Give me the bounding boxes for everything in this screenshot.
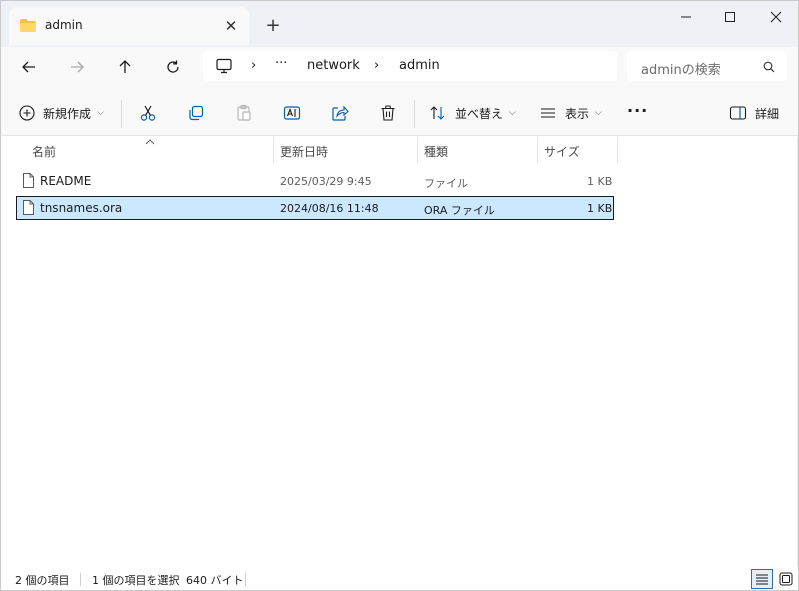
chevron-down-icon: ⌵ [509, 108, 516, 118]
column-divider[interactable] [617, 137, 618, 163]
view-button[interactable]: 表示 ⌵ [539, 102, 602, 124]
address-bar[interactable]: › ··· network › admin [203, 51, 617, 81]
delete-button[interactable] [379, 102, 397, 124]
search-placeholder[interactable]: adminの検索 [641, 59, 721, 78]
file-type: ORA ファイル [424, 204, 495, 217]
scissors-icon [139, 104, 157, 122]
sort-ascending-icon [145, 134, 155, 148]
file-name: tnsnames.ora [40, 201, 123, 215]
title-bar: admin ✕ + [1, 1, 798, 47]
search-box[interactable]: adminの検索 [627, 51, 787, 81]
minimize-button[interactable] [671, 7, 701, 27]
breadcrumb-separator: › [251, 58, 257, 73]
command-bar: 新規作成 ⌵ 並べ替え ⌵ 表示 ⌵ ··· 詳細 [1, 88, 798, 136]
tab-admin[interactable]: admin ✕ [9, 7, 249, 45]
tiles-view-button[interactable] [775, 569, 797, 589]
copy-icon [187, 104, 205, 122]
details-pane-icon [729, 105, 747, 121]
scrollbar-track[interactable] [797, 137, 798, 567]
file-row-tnsnames[interactable]: tnsnames.ora 2024/08/16 11:48 ORA ファイル 1… [16, 196, 614, 220]
new-button[interactable]: 新規作成 ⌵ [19, 102, 104, 124]
chevron-down-icon: ⌵ [595, 108, 602, 118]
column-divider[interactable] [417, 137, 418, 163]
divider [245, 573, 246, 586]
divider [80, 573, 81, 586]
folder-icon [19, 18, 37, 36]
close-window-button[interactable] [761, 7, 791, 27]
selection-count: 1 個の項目を選択 [92, 574, 180, 587]
column-header-name[interactable]: 名前 [32, 137, 56, 163]
sort-button-label: 並べ替え [455, 106, 504, 121]
breadcrumb-more-button[interactable]: ··· [275, 56, 287, 71]
this-pc-icon[interactable] [215, 58, 233, 77]
breadcrumb-network[interactable]: network [307, 58, 360, 73]
sort-button[interactable]: 並べ替え ⌵ [429, 102, 516, 124]
column-header-size[interactable]: サイズ [544, 137, 580, 163]
sort-icon [429, 104, 447, 122]
file-icon [22, 199, 35, 219]
navigation-bar: › ··· network › admin adminの検索 [1, 47, 798, 88]
share-icon [331, 104, 349, 122]
file-explorer-window: admin ✕ + › ··· network › admin adminの検索… [0, 0, 799, 591]
chevron-down-icon: ⌵ [97, 108, 104, 118]
paste-icon [235, 104, 253, 122]
up-button[interactable] [111, 53, 139, 81]
paste-button[interactable] [235, 102, 253, 124]
details-view-button[interactable] [751, 569, 773, 589]
divider [414, 100, 415, 128]
add-icon [19, 105, 35, 121]
details-pane-button[interactable]: 詳細 [729, 102, 779, 124]
file-size: 1 KB [587, 202, 613, 215]
file-modified: 2024/08/16 11:48 [280, 202, 379, 215]
copy-button[interactable] [187, 102, 205, 124]
refresh-button[interactable] [159, 53, 187, 81]
breadcrumb-separator: › [374, 58, 380, 73]
selection-size: 640 バイト [186, 574, 244, 587]
breadcrumb-admin[interactable]: admin [399, 58, 440, 73]
forward-button[interactable] [63, 53, 91, 81]
file-size: 1 KB [587, 175, 613, 188]
file-icon [22, 172, 35, 192]
column-divider[interactable] [537, 137, 538, 163]
details-pane-label: 詳細 [755, 106, 780, 121]
file-row-readme[interactable]: README 2025/03/29 9:45 ファイル 1 KB [16, 169, 614, 193]
file-type: ファイル [424, 177, 468, 190]
new-button-label: 新規作成 [43, 106, 92, 121]
new-tab-button[interactable]: + [263, 15, 283, 36]
column-divider[interactable] [273, 137, 274, 163]
tab-title: admin [45, 18, 83, 32]
trash-icon [379, 104, 397, 122]
rename-icon [283, 104, 301, 122]
maximize-button[interactable] [715, 7, 745, 27]
column-header-modified[interactable]: 更新日時 [280, 137, 328, 163]
list-view-icon [539, 104, 557, 122]
column-header-type[interactable]: 種類 [424, 137, 448, 163]
divider [121, 100, 122, 128]
share-button[interactable] [331, 102, 349, 124]
search-icon [763, 61, 775, 76]
file-modified: 2025/03/29 9:45 [280, 175, 372, 188]
rename-button[interactable] [283, 102, 301, 124]
view-button-label: 表示 [565, 106, 590, 121]
more-options-button[interactable]: ··· [627, 99, 648, 121]
status-bar: 2 個の項目 1 個の項目を選択 640 バイト [1, 567, 798, 591]
back-button[interactable] [15, 53, 43, 81]
file-name: README [40, 174, 92, 188]
item-count: 2 個の項目 [15, 574, 70, 587]
cut-button[interactable] [139, 102, 157, 124]
close-tab-icon[interactable]: ✕ [221, 16, 241, 36]
